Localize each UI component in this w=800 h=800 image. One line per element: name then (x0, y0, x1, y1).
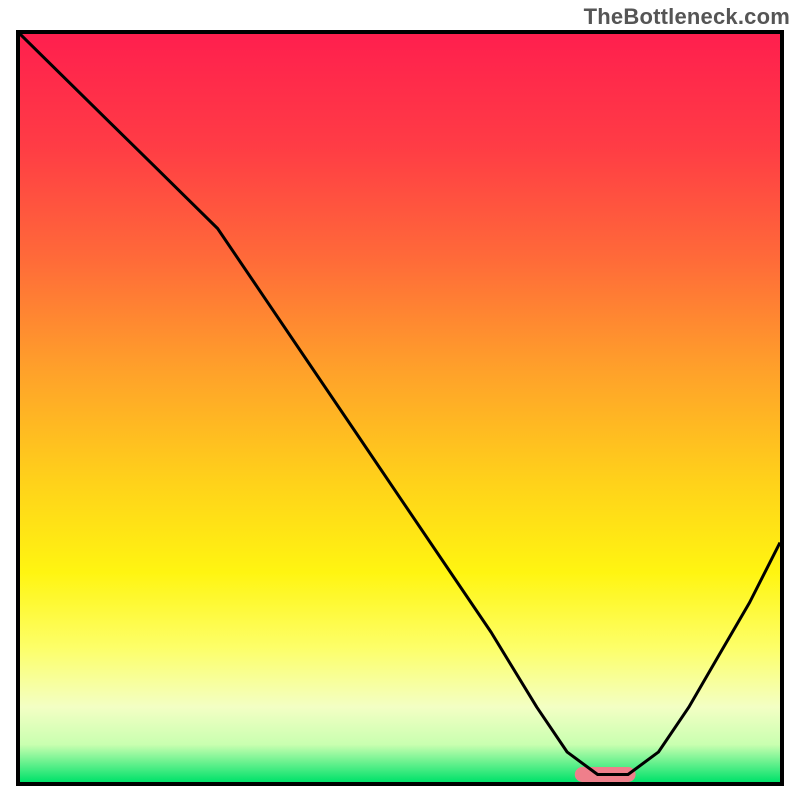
bottleneck-chart (20, 34, 780, 782)
chart-frame: TheBottleneck.com (0, 0, 800, 800)
watermark-text: TheBottleneck.com (584, 4, 790, 30)
